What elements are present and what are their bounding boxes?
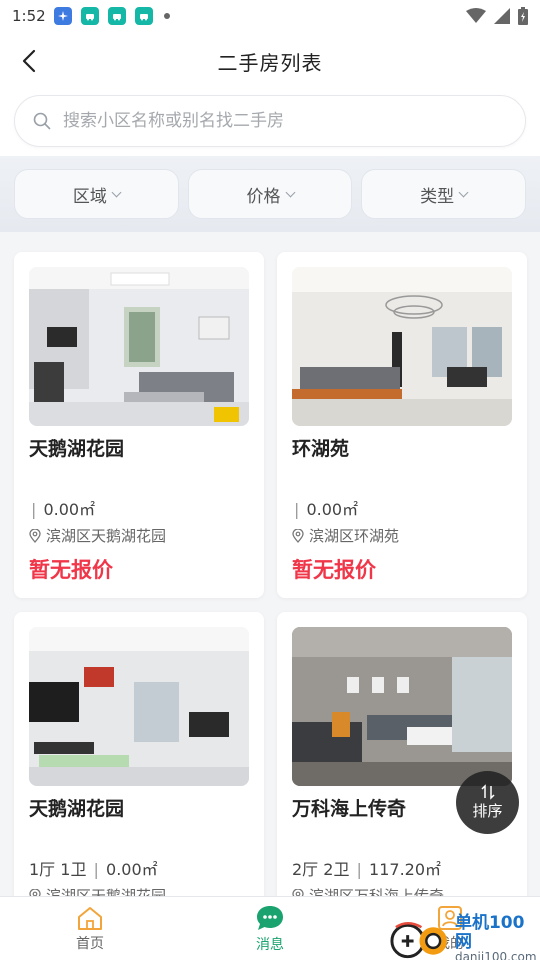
search-box[interactable] [14, 95, 526, 147]
status-bar: 1:52 [0, 0, 540, 32]
tab-label: 首页 [76, 935, 104, 952]
page-title: 二手房列表 [217, 50, 323, 75]
listing-title: 天鹅湖花园 [29, 438, 125, 460]
search-input[interactable] [63, 111, 483, 131]
listing-photo [292, 267, 512, 426]
battery-icon [518, 7, 528, 25]
car-notification-icon [134, 7, 153, 25]
watermark: 单机100网 danji100.com [388, 914, 540, 960]
filter-price-button[interactable]: 价格 [187, 169, 353, 219]
wifi-icon [466, 8, 486, 23]
tab-label: 消息 [256, 936, 284, 953]
chat-bubble-icon [257, 905, 283, 930]
listing-title: 环湖苑 [292, 438, 350, 460]
sort-label: 排序 [472, 802, 503, 820]
location-pin-icon [292, 888, 304, 896]
filter-bar: 区域 价格 类型 [0, 156, 540, 232]
spec-separator: | [294, 500, 300, 519]
watermark-text: 单机100网 [454, 913, 525, 952]
app-notification-icon [53, 7, 72, 25]
chevron-down-icon [285, 187, 295, 197]
car-notification-icon [80, 7, 99, 25]
signal-icon [494, 8, 510, 24]
listing-photo [29, 627, 249, 786]
sort-button[interactable]: 排序 [456, 771, 519, 834]
listing-price: 暂无报价 [29, 558, 113, 582]
filter-label: 价格 [246, 186, 281, 207]
listing-specs: | 0.00㎡ [29, 496, 95, 520]
address-text: 滨湖区万科海上传奇 [309, 887, 445, 896]
listing-price: 暂无报价 [292, 558, 376, 582]
tab-home[interactable]: 首页 [0, 897, 180, 960]
address-text: 滨湖区天鹅湖花园 [46, 887, 167, 896]
search-icon [33, 112, 51, 130]
location-pin-icon [292, 528, 304, 543]
address-text: 滨湖区天鹅湖花园 [46, 527, 167, 545]
location-pin-icon [29, 888, 41, 896]
address-text: 滨湖区环湖苑 [309, 527, 400, 545]
filter-region-button[interactable]: 区域 [14, 169, 179, 219]
listing-title: 天鹅湖花园 [29, 798, 125, 820]
listing-layout: 2厅 2卫 [292, 860, 350, 879]
navigation-bar: 二手房列表 [0, 32, 540, 90]
listing-address: 滨湖区万科海上传奇 [292, 885, 444, 896]
listing-card[interactable]: 天鹅湖花园 1厅 1卫 | 0.00㎡ 滨湖区天鹅湖花园 [14, 612, 264, 896]
listing-card[interactable]: 万科海上传奇 2厅 2卫 | 117.20㎡ 滨湖区万科海上传奇 [277, 612, 527, 896]
more-notifications-dot [163, 13, 170, 19]
search-section [0, 90, 540, 156]
tab-messages[interactable]: 消息 [180, 897, 360, 960]
back-button[interactable] [14, 46, 44, 76]
filter-label: 类型 [420, 186, 455, 207]
sort-arrows-icon [480, 784, 495, 800]
listing-area: 0.00㎡ [306, 500, 359, 519]
listing-address: 滨湖区天鹅湖花园 [29, 525, 166, 546]
filter-type-button[interactable]: 类型 [361, 169, 527, 219]
home-icon [78, 906, 102, 930]
listing-address: 滨湖区环湖苑 [292, 525, 399, 546]
watermark-logo [390, 922, 447, 959]
listing-specs: 1厅 1卫 | 0.00㎡ [29, 856, 158, 880]
status-time: 1:52 [12, 7, 46, 25]
listing-specs: 2厅 2卫 | 117.20㎡ [292, 856, 441, 880]
spec-separator: | [93, 860, 99, 879]
spec-separator: | [356, 860, 362, 879]
chevron-down-icon [458, 187, 469, 197]
car-notification-icon [107, 7, 126, 25]
listing-card[interactable]: 环湖苑 | 0.00㎡ 滨湖区环湖苑 暂无报价 [277, 252, 527, 598]
listing-title: 万科海上传奇 [292, 798, 407, 820]
listing-area: 0.00㎡ [106, 860, 158, 879]
listing-photo [29, 267, 249, 426]
listing-area: 117.20㎡ [369, 860, 442, 879]
listing-specs: | 0.00㎡ [292, 496, 358, 520]
filter-label: 区域 [72, 186, 107, 207]
listing-address: 滨湖区天鹅湖花园 [29, 885, 166, 896]
back-arrow-icon [22, 49, 36, 73]
listing-card[interactable]: 天鹅湖花园 | 0.00㎡ 滨湖区天鹅湖花园 暂无报价 [14, 252, 264, 598]
chevron-down-icon [111, 187, 122, 197]
listing-photo [292, 627, 512, 786]
listing-layout: 1厅 1卫 [29, 860, 87, 879]
location-pin-icon [29, 528, 41, 543]
watermark-url: danji100.com [454, 950, 537, 960]
spec-separator: | [31, 500, 37, 519]
listing-area: 0.00㎡ [43, 500, 96, 519]
